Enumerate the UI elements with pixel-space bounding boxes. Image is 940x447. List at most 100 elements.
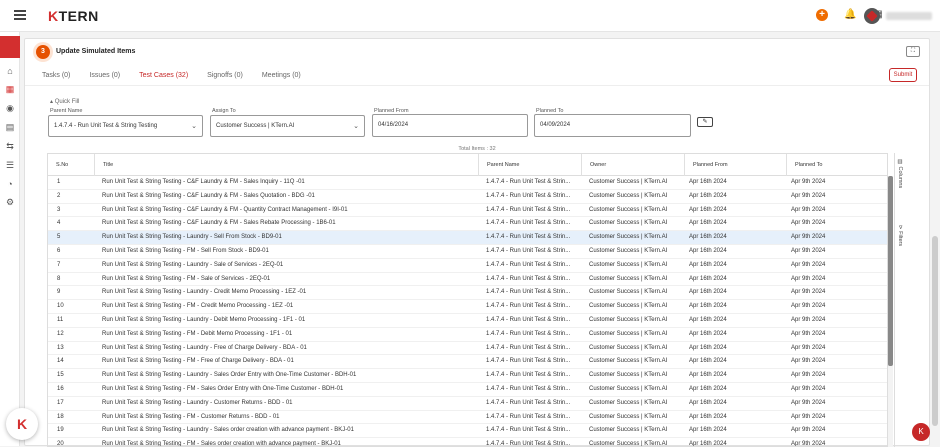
table-row[interactable]: 12 Run Unit Test & String Testing - FM - … (48, 328, 887, 342)
total-items: Total Items : 32 (458, 146, 496, 152)
cell-planned-to: Apr 9th 2024 (791, 413, 826, 420)
table-row[interactable]: 19 Run Unit Test & String Testing - Laund… (48, 424, 887, 439)
expand-icon[interactable]: ⛶ (906, 46, 920, 57)
table-row[interactable]: 16 Run Unit Test & String Testing - FM - … (48, 383, 887, 397)
table-row[interactable]: 2 Run Unit Test & String Testing - C&F La… (48, 190, 887, 204)
table-row[interactable]: 11 Run Unit Test & String Testing - Laund… (48, 314, 887, 328)
cell-owner: Customer Success | KTern.AI (589, 275, 668, 282)
grid-scrollbar[interactable] (888, 176, 893, 447)
column-header-title[interactable]: Title (94, 154, 478, 176)
table-row[interactable]: 7 Run Unit Test & String Testing - Laundr… (48, 259, 887, 273)
location-icon[interactable]: ◉ (5, 103, 15, 113)
planned-from-field[interactable]: 04/16/2024 (372, 114, 528, 137)
column-header-planned-from[interactable]: Planned From (684, 154, 786, 176)
assign-to-select[interactable]: Customer Success | KTern.AI ⌄ (210, 115, 365, 137)
avatar[interactable] (864, 8, 880, 24)
table-row[interactable]: 5 Run Unit Test & String Testing - Laundr… (48, 231, 887, 245)
grid-icon[interactable]: ▦ (5, 84, 15, 94)
cell-parent-name: 1.4.7.4 - Run Unit Test & Strin... (486, 316, 571, 323)
cell-planned-to: Apr 9th 2024 (791, 192, 826, 199)
tab-signoffs[interactable]: Signoffs (0) (207, 72, 243, 86)
planned-to-field[interactable]: 04/09/2024 (534, 114, 691, 137)
app-logo[interactable]: KTERN (48, 8, 99, 24)
column-header-parent-name[interactable]: Parent Name (478, 154, 581, 176)
tab-tasks[interactable]: Tasks (0) (42, 72, 70, 86)
cell-sno: 11 (57, 316, 64, 323)
columns-side-tab[interactable]: ▥ Columns (897, 159, 903, 188)
submit-button[interactable]: Submit (889, 68, 917, 82)
settings-icon[interactable]: ⚙ (5, 197, 15, 207)
dashboard-icon[interactable]: ◔ (5, 179, 15, 189)
parent-name-label: Parent Name (50, 108, 83, 114)
transfer-icon[interactable]: ⇆ (5, 141, 15, 151)
menu-icon[interactable] (14, 10, 26, 20)
columns-side-label: Columns (897, 166, 903, 189)
column-header-planned-to[interactable]: Planned To (786, 154, 887, 176)
cell-sno: 17 (57, 399, 64, 406)
list-icon[interactable]: ☰ (5, 160, 15, 170)
apply-edit-button[interactable]: ✎ (697, 117, 713, 127)
cell-sno: 13 (57, 344, 64, 351)
grid-header: S.No Title Parent Name Owner Planned Fro… (48, 154, 887, 176)
column-header-sno[interactable]: S.No (48, 154, 94, 176)
cell-planned-from: Apr 16th 2024 (689, 289, 727, 296)
cell-parent-name: 1.4.7.4 - Run Unit Test & Strin... (486, 358, 571, 365)
cell-planned-to: Apr 9th 2024 (791, 399, 826, 406)
cell-title: Run Unit Test & String Testing - FM - Sa… (102, 275, 271, 282)
tab-meetings[interactable]: Meetings (0) (262, 72, 301, 86)
cell-owner: Customer Success | KTern.AI (589, 427, 668, 434)
table-row[interactable]: 10 Run Unit Test & String Testing - FM - … (48, 300, 887, 314)
cell-parent-name: 1.4.7.4 - Run Unit Test & Strin... (486, 275, 571, 282)
cell-parent-name: 1.4.7.4 - Run Unit Test & Strin... (486, 427, 571, 434)
column-header-owner[interactable]: Owner (581, 154, 684, 176)
cell-planned-from: Apr 16th 2024 (689, 303, 727, 310)
table-row[interactable]: 14 Run Unit Test & String Testing - FM - … (48, 355, 887, 370)
add-icon[interactable]: + (816, 9, 828, 21)
cell-planned-to: Apr 9th 2024 (791, 247, 826, 254)
table-row[interactable]: 13 Run Unit Test & String Testing - Laund… (48, 342, 887, 356)
quick-fill-toggle[interactable]: ▴ Quick Fill (50, 98, 79, 105)
filters-side-tab[interactable]: ⊳ Filters (897, 225, 903, 246)
cell-planned-to: Apr 9th 2024 (791, 234, 826, 241)
parent-name-select[interactable]: 1.4.7.4 - Run Unit Test & String Testing… (48, 115, 203, 137)
cell-planned-from: Apr 16th 2024 (689, 261, 727, 268)
cell-planned-from: Apr 16th 2024 (689, 427, 727, 434)
cell-title: Run Unit Test & String Testing - Laundry… (102, 261, 284, 268)
user-name-blurred[interactable] (886, 12, 932, 20)
test-cases-grid: S.No Title Parent Name Owner Planned Fro… (47, 153, 888, 447)
cell-parent-name: 1.4.7.4 - Run Unit Test & Strin... (486, 372, 571, 379)
cell-owner: Customer Success | KTern.AI (589, 192, 668, 199)
cell-title: Run Unit Test & String Testing - FM - Cr… (102, 303, 294, 310)
cell-planned-from: Apr 16th 2024 (689, 330, 727, 337)
table-row[interactable]: 18 Run Unit Test & String Testing - FM - … (48, 411, 887, 425)
grid-side-panel: ▥ Columns ⊳ Filters (894, 153, 908, 447)
cell-parent-name: 1.4.7.4 - Run Unit Test & Strin... (486, 234, 571, 241)
bell-icon[interactable]: 🔔 (844, 9, 856, 21)
cell-planned-to: Apr 9th 2024 (791, 372, 826, 379)
page-title: Update Simulated Items (56, 48, 136, 55)
table-row[interactable]: 1 Run Unit Test & String Testing - C&F La… (48, 176, 887, 190)
help-fab[interactable]: K (912, 423, 930, 441)
table-row[interactable]: 6 Run Unit Test & String Testing - FM - S… (48, 245, 887, 259)
book-icon[interactable]: ▤ (5, 122, 15, 132)
table-row[interactable]: 3 Run Unit Test & String Testing - C&F La… (48, 204, 887, 218)
cell-title: Run Unit Test & String Testing - Laundry… (102, 234, 282, 241)
grid-scrollbar-thumb[interactable] (888, 176, 893, 366)
table-row[interactable]: 15 Run Unit Test & String Testing - Laund… (48, 369, 887, 383)
cell-owner: Customer Success | KTern.AI (589, 303, 668, 310)
home-icon[interactable]: ⌂ (5, 66, 15, 76)
cell-sno: 6 (57, 247, 61, 254)
tab-test-cases[interactable]: Test Cases (32) (139, 72, 189, 86)
cell-title: Run Unit Test & String Testing - C&F Lau… (102, 179, 305, 185)
table-row[interactable]: 4 Run Unit Test & String Testing - C&F La… (48, 217, 887, 232)
sidebar: ⌂ ▦ ◉ ▤ ⇆ ☰ ◔ ⚙ (0, 32, 20, 446)
page-scrollbar[interactable] (932, 236, 938, 426)
cell-sno: 8 (57, 275, 61, 282)
table-row[interactable]: 8 Run Unit Test & String Testing - FM - S… (48, 273, 887, 287)
assistant-logo-button[interactable]: K (6, 408, 38, 440)
tab-issues[interactable]: Issues (0) (89, 72, 120, 86)
cell-planned-from: Apr 16th 2024 (689, 192, 727, 199)
cell-title: Run Unit Test & String Testing - C&F Lau… (102, 220, 336, 227)
table-row[interactable]: 17 Run Unit Test & String Testing - Laund… (48, 397, 887, 411)
table-row[interactable]: 9 Run Unit Test & String Testing - Laundr… (48, 286, 887, 301)
